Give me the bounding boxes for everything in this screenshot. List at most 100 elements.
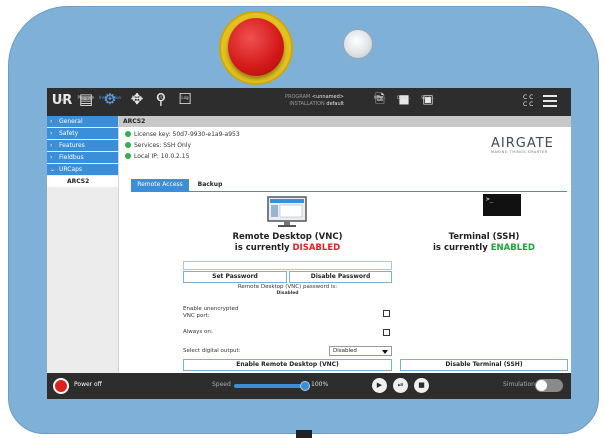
step-button[interactable]: ⏯	[393, 378, 408, 393]
sidebar-item-safety[interactable]: › Safety	[47, 128, 118, 139]
services-status: Services: SSH Only	[125, 142, 191, 150]
always-on-label: Always on:	[183, 329, 213, 335]
chevron-right-icon: ›	[50, 118, 53, 125]
tab-backup[interactable]: Backup	[193, 179, 227, 191]
license-status: License key: 50d7-9930-e1a9-a953	[125, 131, 240, 139]
sidebar-item-label: Safety	[59, 130, 79, 137]
simulation-label: Simulation	[503, 381, 535, 388]
step-icon: ⏯	[397, 381, 404, 389]
sidebar-item-features[interactable]: › Features	[47, 140, 118, 151]
tab-io[interactable]: ⚲ I/O	[149, 90, 173, 108]
sidebar-item-general[interactable]: › General	[47, 116, 118, 127]
tab-move[interactable]: ✥ Move	[125, 90, 149, 108]
program-info: PROGRAM <unnamed> INSTALLATION default	[285, 94, 344, 108]
controller-status: C C C C	[523, 94, 533, 108]
disable-password-button[interactable]: Disable Password	[289, 271, 392, 283]
vnc-status-line: is currently DISABLED	[183, 243, 392, 254]
chevron-right-icon: ›	[50, 130, 53, 137]
password-info: Remote Desktop (VNC) password is:	[237, 284, 338, 290]
emergency-stop-button[interactable]	[228, 18, 284, 76]
vnc-header: Remote Desktop (VNC) is currently DISABL…	[183, 232, 392, 254]
save-label: Save...	[421, 95, 435, 100]
sidebar-subitem-label: ARCS2	[67, 178, 90, 185]
disable-ssh-button[interactable]: Disable Terminal (SSH)	[400, 359, 568, 371]
tab-program-label: Program	[77, 95, 95, 100]
sidebar-item-fieldbus[interactable]: › Fieldbus	[47, 152, 118, 163]
tab-run[interactable]: UR Run	[50, 90, 74, 110]
bottom-status-bar: Power off Speed 100% ▶ ⏯ ■ Simulation	[47, 373, 571, 399]
digital-output-select[interactable]: Disabled	[329, 346, 392, 356]
set-password-button[interactable]: Set Password	[183, 271, 287, 283]
new-label: New...	[373, 95, 387, 100]
vnc-title: Remote Desktop (VNC)	[232, 232, 343, 242]
program-value: <unnamed>	[311, 94, 344, 100]
hamburger-menu-icon[interactable]	[543, 95, 557, 107]
chevron-right-icon: ›	[50, 142, 53, 149]
simulation-toggle[interactable]	[535, 379, 563, 392]
tab-installation-label: Installation	[98, 95, 122, 100]
play-button[interactable]: ▶	[372, 378, 387, 393]
password-input[interactable]	[183, 261, 392, 270]
speed-slider-handle[interactable]	[300, 381, 310, 391]
logo-tagline: MAKING THINGS SMARTER	[491, 150, 548, 154]
vnc-status-prefix: is currently	[234, 243, 293, 253]
save-button[interactable]: ▣ Save...	[417, 91, 439, 107]
stop-button[interactable]: ■	[414, 378, 429, 393]
open-label: Open...	[396, 95, 412, 100]
status-ok-icon	[125, 131, 131, 137]
speed-label: Speed	[212, 381, 231, 388]
airgate-logo: AIRGATE MAKING THINGS SMARTER	[491, 137, 569, 154]
breadcrumb: ARCS2	[119, 116, 571, 127]
tab-log-label: Log	[181, 95, 189, 100]
ssh-status-prefix: is currently	[433, 243, 491, 253]
main-panel: ARCS2 License key: 50d7-9930-e1a9-a953 S…	[119, 116, 571, 373]
status-ok-icon	[125, 142, 131, 148]
sidebar-item-label: Fieldbus	[59, 154, 84, 161]
unencrypted-label: Enable unencrypted VNC port:	[183, 306, 238, 320]
always-on-checkbox[interactable]	[383, 329, 390, 336]
tab-underline	[131, 191, 567, 192]
tab-log[interactable]: ☐ Log	[173, 90, 197, 108]
enable-vnc-button[interactable]: Enable Remote Desktop (VNC)	[183, 359, 392, 371]
chevron-right-icon: ›	[50, 154, 53, 161]
terminal-icon: >_	[483, 194, 521, 216]
simulation-toggle-knob	[536, 380, 547, 391]
sidebar-item-urcaps[interactable]: ⌄ URCaps	[47, 164, 118, 175]
unencrypted-checkbox[interactable]	[383, 310, 390, 317]
tab-installation[interactable]: ⚙ Installation	[98, 90, 122, 108]
tab-program[interactable]: ▤ Program	[74, 90, 98, 108]
program-label: PROGRAM	[285, 94, 311, 100]
sidebar-item-label: URCaps	[59, 166, 83, 173]
vnc-status-badge: DISABLED	[292, 243, 341, 253]
open-button[interactable]: ■ Open...	[393, 91, 415, 107]
pendant-cable	[296, 430, 312, 438]
dropdown-arrow-icon	[382, 350, 388, 354]
unencrypted-label-line1: Enable unencrypted	[183, 306, 239, 312]
freedrive-knob[interactable]	[343, 29, 373, 59]
remote-desktop-icon	[267, 196, 307, 227]
password-state: Disabled	[276, 291, 299, 296]
power-off-label[interactable]: Power off	[74, 381, 102, 388]
sidebar-item-arcs2[interactable]: ARCS2	[47, 176, 118, 187]
installation-label: INSTALLATION	[289, 101, 325, 107]
chevron-down-icon: ⌄	[50, 166, 56, 173]
license-text: License key: 50d7-9930-e1a9-a953	[134, 131, 240, 138]
controller-status-top: C C	[523, 94, 534, 101]
pendant-screen: UR Run ▤ Program ⚙ Installation ✥ Move ⚲…	[47, 88, 571, 399]
tab-remote-access[interactable]: Remote Access	[131, 179, 189, 191]
logo-wordmark: AIRGATE	[491, 136, 554, 151]
unencrypted-label-line2: VNC port:	[183, 313, 210, 319]
new-button[interactable]: 🗎 New...	[369, 91, 391, 107]
ip-status: Local IP: 10.0.2.15	[125, 153, 189, 161]
ssh-status-badge: ENABLED	[490, 243, 535, 253]
sidebar-item-label: General	[59, 118, 83, 125]
ssh-status-line: is currently ENABLED	[399, 243, 569, 254]
ssh-title: Terminal (SSH)	[448, 232, 520, 242]
services-text: Services: SSH Only	[134, 142, 192, 149]
digital-output-value: Disabled	[333, 348, 357, 354]
controller-status-bottom: C C	[523, 101, 534, 108]
tab-move-label: Move	[131, 95, 143, 100]
speed-slider-track[interactable]	[234, 384, 304, 388]
power-icon[interactable]	[53, 378, 69, 394]
installation-value: default	[326, 101, 344, 107]
